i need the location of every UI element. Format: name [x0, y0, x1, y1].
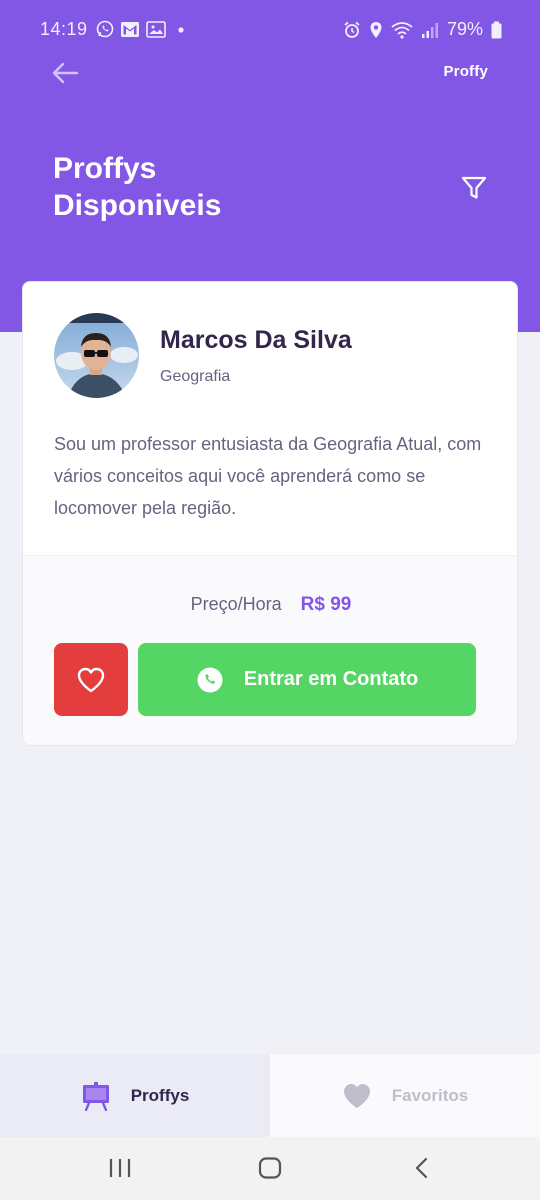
contact-button-label: Entrar em Contato [243, 668, 419, 690]
status-left-icons [96, 20, 188, 38]
arrow-left-icon[interactable] [50, 60, 80, 86]
back-nav-icon[interactable] [412, 1157, 432, 1179]
whatsapp-icon [197, 667, 223, 692]
teacher-card: Marcos Da Silva Geografia Sou um profess… [22, 281, 518, 746]
recent-apps-icon[interactable] [108, 1157, 132, 1179]
gallery-icon [146, 20, 166, 38]
page-title: Proffys Disponiveis [53, 150, 353, 224]
heart-outline-icon [77, 667, 105, 692]
status-bar: 14:19 79% [0, 0, 540, 62]
filter-icon[interactable] [460, 174, 488, 202]
tab-bar: Proffys Favoritos [0, 1054, 540, 1137]
page-title-line2: Disponiveis [53, 189, 222, 222]
wifi-icon [391, 21, 413, 39]
avatar [54, 313, 139, 398]
status-time: 14:19 [40, 19, 88, 39]
dot-icon [178, 26, 184, 33]
signal-icon [421, 22, 438, 38]
gmail-icon [121, 21, 139, 37]
page-title-line1: Proffys [53, 152, 157, 185]
tab-proffys-label: Proffys [130, 1085, 190, 1105]
teacher-name: Marcos Da Silva [160, 326, 352, 354]
price-value: R$ 99 [300, 594, 352, 615]
battery-icon [491, 21, 502, 38]
price-row: Preço/Hora R$ 99 [23, 594, 517, 616]
easel-icon [82, 1081, 109, 1111]
location-icon [370, 21, 382, 38]
contact-button[interactable]: Entrar em Contato [138, 643, 476, 716]
system-nav-bar [0, 1137, 540, 1200]
teacher-bio: Sou um professor entusiasta da Geografia… [54, 434, 482, 518]
brand-logo: Proffy [443, 63, 488, 80]
tab-favoritos[interactable]: Favoritos [270, 1054, 540, 1137]
status-right: 79% [343, 19, 502, 40]
battery-percent: 79% [446, 19, 483, 39]
tab-favoritos-label: Favoritos [391, 1085, 469, 1105]
whatsapp-icon [96, 20, 114, 38]
alarm-icon [344, 21, 360, 38]
avatar-photo [54, 313, 139, 398]
heart-icon [343, 1083, 370, 1108]
favorite-button[interactable] [54, 643, 128, 716]
teacher-subject: Geografia [160, 368, 231, 385]
price-label: Preço/Hora [190, 594, 282, 614]
home-icon[interactable] [258, 1157, 282, 1179]
tab-proffys[interactable]: Proffys [0, 1054, 270, 1137]
card-footer: Preço/Hora R$ 99 Entrar em Contato [23, 555, 517, 745]
